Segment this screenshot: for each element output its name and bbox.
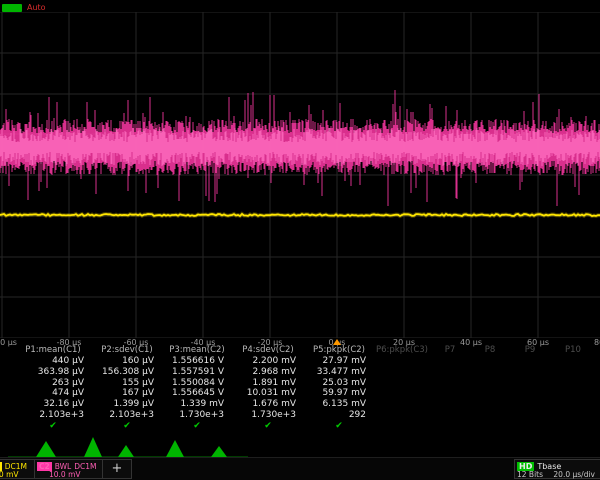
table-cell: 1.891 mV <box>232 378 304 389</box>
table-cell <box>510 388 550 399</box>
table-cell <box>550 388 596 399</box>
table-cell <box>374 367 430 378</box>
table-cell: 25.03 mV <box>304 378 374 389</box>
table-cell <box>510 378 550 389</box>
table-cell <box>510 399 550 410</box>
measurement-header[interactable]: P8 <box>470 345 510 356</box>
trend-peak <box>84 437 102 457</box>
table-cell: 2.200 mV <box>232 356 304 367</box>
table-cell <box>470 367 510 378</box>
status-check <box>430 421 470 432</box>
measurement-header[interactable]: P6:pkpk(C3) <box>374 345 430 356</box>
measurement-table: P1:mean(C1)P2:sdev(C1)P3:mean(C2)P4:sdev… <box>14 345 596 432</box>
table-cell: 155 µV <box>92 378 162 389</box>
table-cell <box>430 367 470 378</box>
table-cell <box>430 356 470 367</box>
cursor-box[interactable]: + <box>102 459 132 479</box>
table-cell: 263 µV <box>14 378 92 389</box>
table-cell: 156.308 µV <box>92 367 162 378</box>
table-cell: 1.550084 V <box>162 378 232 389</box>
table-cell: 292 <box>304 410 374 421</box>
table-cell <box>550 410 596 421</box>
table-cell <box>510 367 550 378</box>
status-check <box>470 421 510 432</box>
measurement-header[interactable]: P10 <box>550 345 596 356</box>
trend-peak <box>211 446 227 457</box>
table-cell <box>550 356 596 367</box>
table-cell <box>470 410 510 421</box>
trend-peak <box>118 445 134 457</box>
table-cell <box>470 356 510 367</box>
waveform-display[interactable] <box>0 12 600 338</box>
trigger-status-text: Auto <box>27 4 46 12</box>
table-cell: 1.730e+3 <box>232 410 304 421</box>
table-cell <box>510 410 550 421</box>
waveform-svg <box>0 12 600 338</box>
table-cell: 1.730e+3 <box>162 410 232 421</box>
table-cell <box>430 410 470 421</box>
table-cell: 33.477 mV <box>304 367 374 378</box>
graticule <box>0 12 600 338</box>
measurement-header[interactable]: P7 <box>430 345 470 356</box>
table-cell: 1.557591 V <box>162 367 232 378</box>
table-cell <box>430 399 470 410</box>
status-led-icon <box>2 4 22 12</box>
trend-peak <box>36 441 56 457</box>
measurement-header[interactable]: P3:mean(C2) <box>162 345 232 356</box>
table-cell: 59.97 mV <box>304 388 374 399</box>
table-cell: 363.98 µV <box>14 367 92 378</box>
table-cell <box>374 410 430 421</box>
c2-scale: 10.0 mV <box>49 471 101 479</box>
table-cell: 2.103e+3 <box>14 410 92 421</box>
table-cell <box>510 356 550 367</box>
table-cell: 160 µV <box>92 356 162 367</box>
status-check <box>374 421 430 432</box>
status-check <box>550 421 596 432</box>
table-cell <box>430 378 470 389</box>
table-cell: 440 µV <box>14 356 92 367</box>
measurement-header[interactable]: P5:pkpk(C2) <box>304 345 374 356</box>
measurement-header[interactable]: P9 <box>510 345 550 356</box>
trend-peak <box>166 440 184 457</box>
table-cell <box>374 378 430 389</box>
table-cell: 1.556645 V <box>162 388 232 399</box>
measurement-trend-icons <box>8 430 248 458</box>
table-cell <box>550 399 596 410</box>
table-cell <box>550 378 596 389</box>
timebase-bits: 12 Bits <box>517 470 543 479</box>
table-cell <box>374 388 430 399</box>
table-cell: 32.16 µV <box>14 399 92 410</box>
table-cell: 1.556616 V <box>162 356 232 367</box>
table-cell <box>374 356 430 367</box>
table-cell: 167 µV <box>92 388 162 399</box>
status-check: ✔ <box>304 421 374 432</box>
table-cell: 2.968 mV <box>232 367 304 378</box>
table-cell: 1.399 µV <box>92 399 162 410</box>
table-cell <box>470 388 510 399</box>
table-cell <box>430 388 470 399</box>
crosshair-icon: + <box>112 461 123 476</box>
timebase-scale: 20.0 µs/div <box>553 470 595 479</box>
table-cell: 1.339 mV <box>162 399 232 410</box>
table-cell <box>470 378 510 389</box>
table-cell <box>374 399 430 410</box>
table-cell: 6.135 mV <box>304 399 374 410</box>
measurement-header[interactable]: P2:sdev(C1) <box>92 345 162 356</box>
table-cell: 10.031 mV <box>232 388 304 399</box>
measurement-header[interactable]: P4:sdev(C2) <box>232 345 304 356</box>
timebase-descriptor[interactable]: HD Tbase 12 Bits 20.0 µs/div <box>514 459 600 479</box>
c1-trace <box>0 214 600 216</box>
table-cell: 1.676 mV <box>232 399 304 410</box>
table-cell <box>550 367 596 378</box>
status-check <box>510 421 550 432</box>
table-cell <box>470 399 510 410</box>
table-cell: 2.103e+3 <box>92 410 162 421</box>
table-cell: 474 µV <box>14 388 92 399</box>
channel-c2-descriptor[interactable]: C2 BWL DC1M 10.0 mV <box>34 459 104 479</box>
oscilloscope-screen: Auto -100 µs-80 µs-60 µs-40 µs-20 µs0 µs… <box>0 0 600 480</box>
table-cell: 27.97 mV <box>304 356 374 367</box>
measurement-header[interactable]: P1:mean(C1) <box>14 345 92 356</box>
